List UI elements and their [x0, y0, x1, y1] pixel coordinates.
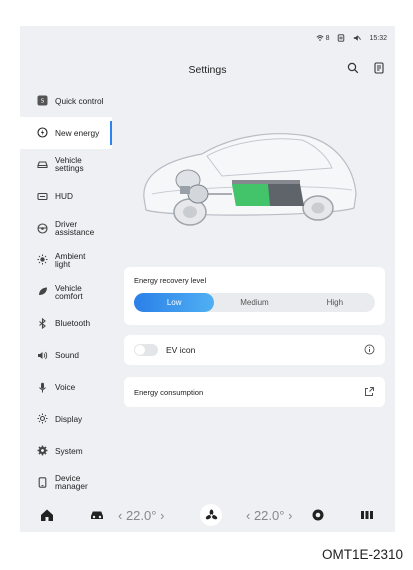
- energy-consumption-card[interactable]: Energy consumption: [124, 377, 385, 407]
- clock: 15:32: [369, 34, 387, 42]
- energy-recovery-label: Energy recovery level: [134, 276, 207, 285]
- sidebar-item-voice[interactable]: Voice: [20, 371, 112, 403]
- comfort-icon: [37, 286, 48, 297]
- hud-icon: [37, 191, 48, 202]
- battery-pack: [232, 180, 304, 206]
- driver-temp-control[interactable]: ‹ 22.0° ›: [118, 498, 164, 532]
- page-title: Settings: [188, 64, 227, 76]
- ev-icon-label: EV icon: [166, 345, 196, 355]
- sidebar-item-bluetooth[interactable]: Bluetooth: [20, 308, 112, 340]
- ev-icon-toggle[interactable]: [134, 344, 158, 356]
- temp-decrease-icon[interactable]: ‹: [246, 508, 254, 523]
- wifi-icon: [316, 35, 324, 41]
- camera-icon: [312, 509, 324, 521]
- sidebar-item-driver-assistance[interactable]: Driver assistance: [20, 212, 112, 244]
- apps-icon: [361, 511, 373, 519]
- driver-temp-value: 22.0°: [125, 507, 157, 523]
- wifi-signal-level: 8: [325, 34, 330, 42]
- sidebar-item-label: HUD: [55, 191, 73, 202]
- settings-screen: 8 15:32 Settings S Quick control New ene…: [20, 26, 395, 532]
- microphone-icon: [37, 382, 48, 393]
- car-icon: [37, 159, 48, 170]
- sidebar-item-label: Voice: [55, 382, 76, 393]
- home-button[interactable]: [40, 498, 54, 532]
- sidebar-item-hud[interactable]: HUD: [20, 180, 112, 212]
- temp-increase-icon[interactable]: ›: [284, 508, 292, 523]
- sidebar-item-label: Device manager: [55, 473, 88, 492]
- sidebar-item-label: System: [55, 445, 83, 456]
- quick-control-icon: S: [37, 95, 48, 106]
- steering-wheel-icon: [37, 223, 48, 234]
- phone-icon: [37, 477, 48, 488]
- apps-button[interactable]: [360, 498, 374, 532]
- new-energy-icon: [37, 127, 48, 138]
- print-status-icon: [338, 34, 345, 42]
- passenger-temp-value: 22.0°: [253, 507, 285, 523]
- sidebar-item-ambient-light[interactable]: Ambient light: [20, 244, 112, 276]
- svg-text:S: S: [41, 99, 45, 105]
- sidebar: S Quick control New energy Vehicle setti…: [20, 85, 112, 498]
- energy-recovery-high-option[interactable]: High: [295, 293, 375, 312]
- sidebar-item-label: Vehicle settings: [55, 155, 84, 174]
- temp-increase-icon[interactable]: ›: [156, 508, 164, 523]
- ambient-light-icon: [37, 254, 48, 265]
- mute-icon: [354, 35, 362, 41]
- sidebar-item-label: Display: [55, 413, 83, 424]
- vehicle-illustration: [143, 133, 357, 226]
- ev-icon-card: EV icon: [124, 335, 385, 365]
- vehicle-button[interactable]: [90, 498, 104, 532]
- sidebar-item-vehicle-settings[interactable]: Vehicle settings: [20, 149, 112, 181]
- energy-recovery-card: Energy recovery level Low Medium High: [124, 267, 385, 325]
- sidebar-item-label: New energy: [55, 127, 100, 138]
- sidebar-item-device-manager[interactable]: Device manager: [20, 467, 112, 499]
- sidebar-item-new-energy[interactable]: New energy: [20, 116, 112, 149]
- sidebar-item-label: Vehicle comfort: [55, 282, 83, 301]
- sidebar-item-vehicle-comfort[interactable]: Vehicle comfort: [20, 276, 112, 308]
- gear-icon: [37, 445, 48, 456]
- sidebar-item-system[interactable]: System: [20, 435, 112, 467]
- sidebar-item-sound[interactable]: Sound: [20, 339, 112, 371]
- sidebar-item-quick-control[interactable]: S Quick control: [20, 85, 112, 117]
- sidebar-item-label: Ambient light: [55, 250, 86, 269]
- open-external-icon: [365, 387, 374, 396]
- sidebar-item-label: Driver assistance: [55, 219, 95, 238]
- home-icon: [41, 509, 53, 521]
- sidebar-item-display[interactable]: Display: [20, 403, 112, 435]
- manual-icon[interactable]: [373, 62, 385, 74]
- sidebar-item-label: Bluetooth: [55, 318, 91, 329]
- speaker-icon: [37, 350, 48, 361]
- car-icon: [91, 511, 103, 519]
- passenger-temp-control[interactable]: ‹ 22.0° ›: [246, 498, 292, 532]
- sidebar-item-label: Quick control: [55, 95, 104, 106]
- fan-icon: [205, 509, 217, 519]
- bottom-dock: ‹ 22.0° › ‹ 22.0° ›: [20, 498, 395, 532]
- search-icon[interactable]: [347, 62, 359, 74]
- energy-consumption-label: Energy consumption: [134, 388, 204, 397]
- status-bar: 8 15:32: [316, 34, 387, 42]
- energy-recovery-selector: Low Medium High: [134, 293, 375, 312]
- wifi-status: 8: [316, 34, 330, 42]
- bluetooth-icon: [37, 317, 48, 329]
- info-icon[interactable]: [364, 344, 375, 355]
- energy-recovery-low-option[interactable]: Low: [134, 293, 215, 312]
- energy-recovery-medium-option[interactable]: Medium: [214, 293, 294, 312]
- sidebar-item-label: Sound: [55, 350, 79, 361]
- fan-button[interactable]: [200, 498, 222, 532]
- temp-decrease-icon[interactable]: ‹: [118, 508, 126, 523]
- brightness-icon: [37, 413, 48, 424]
- figure-code: OMT1E-2310: [321, 547, 403, 562]
- camera-button[interactable]: [312, 498, 324, 532]
